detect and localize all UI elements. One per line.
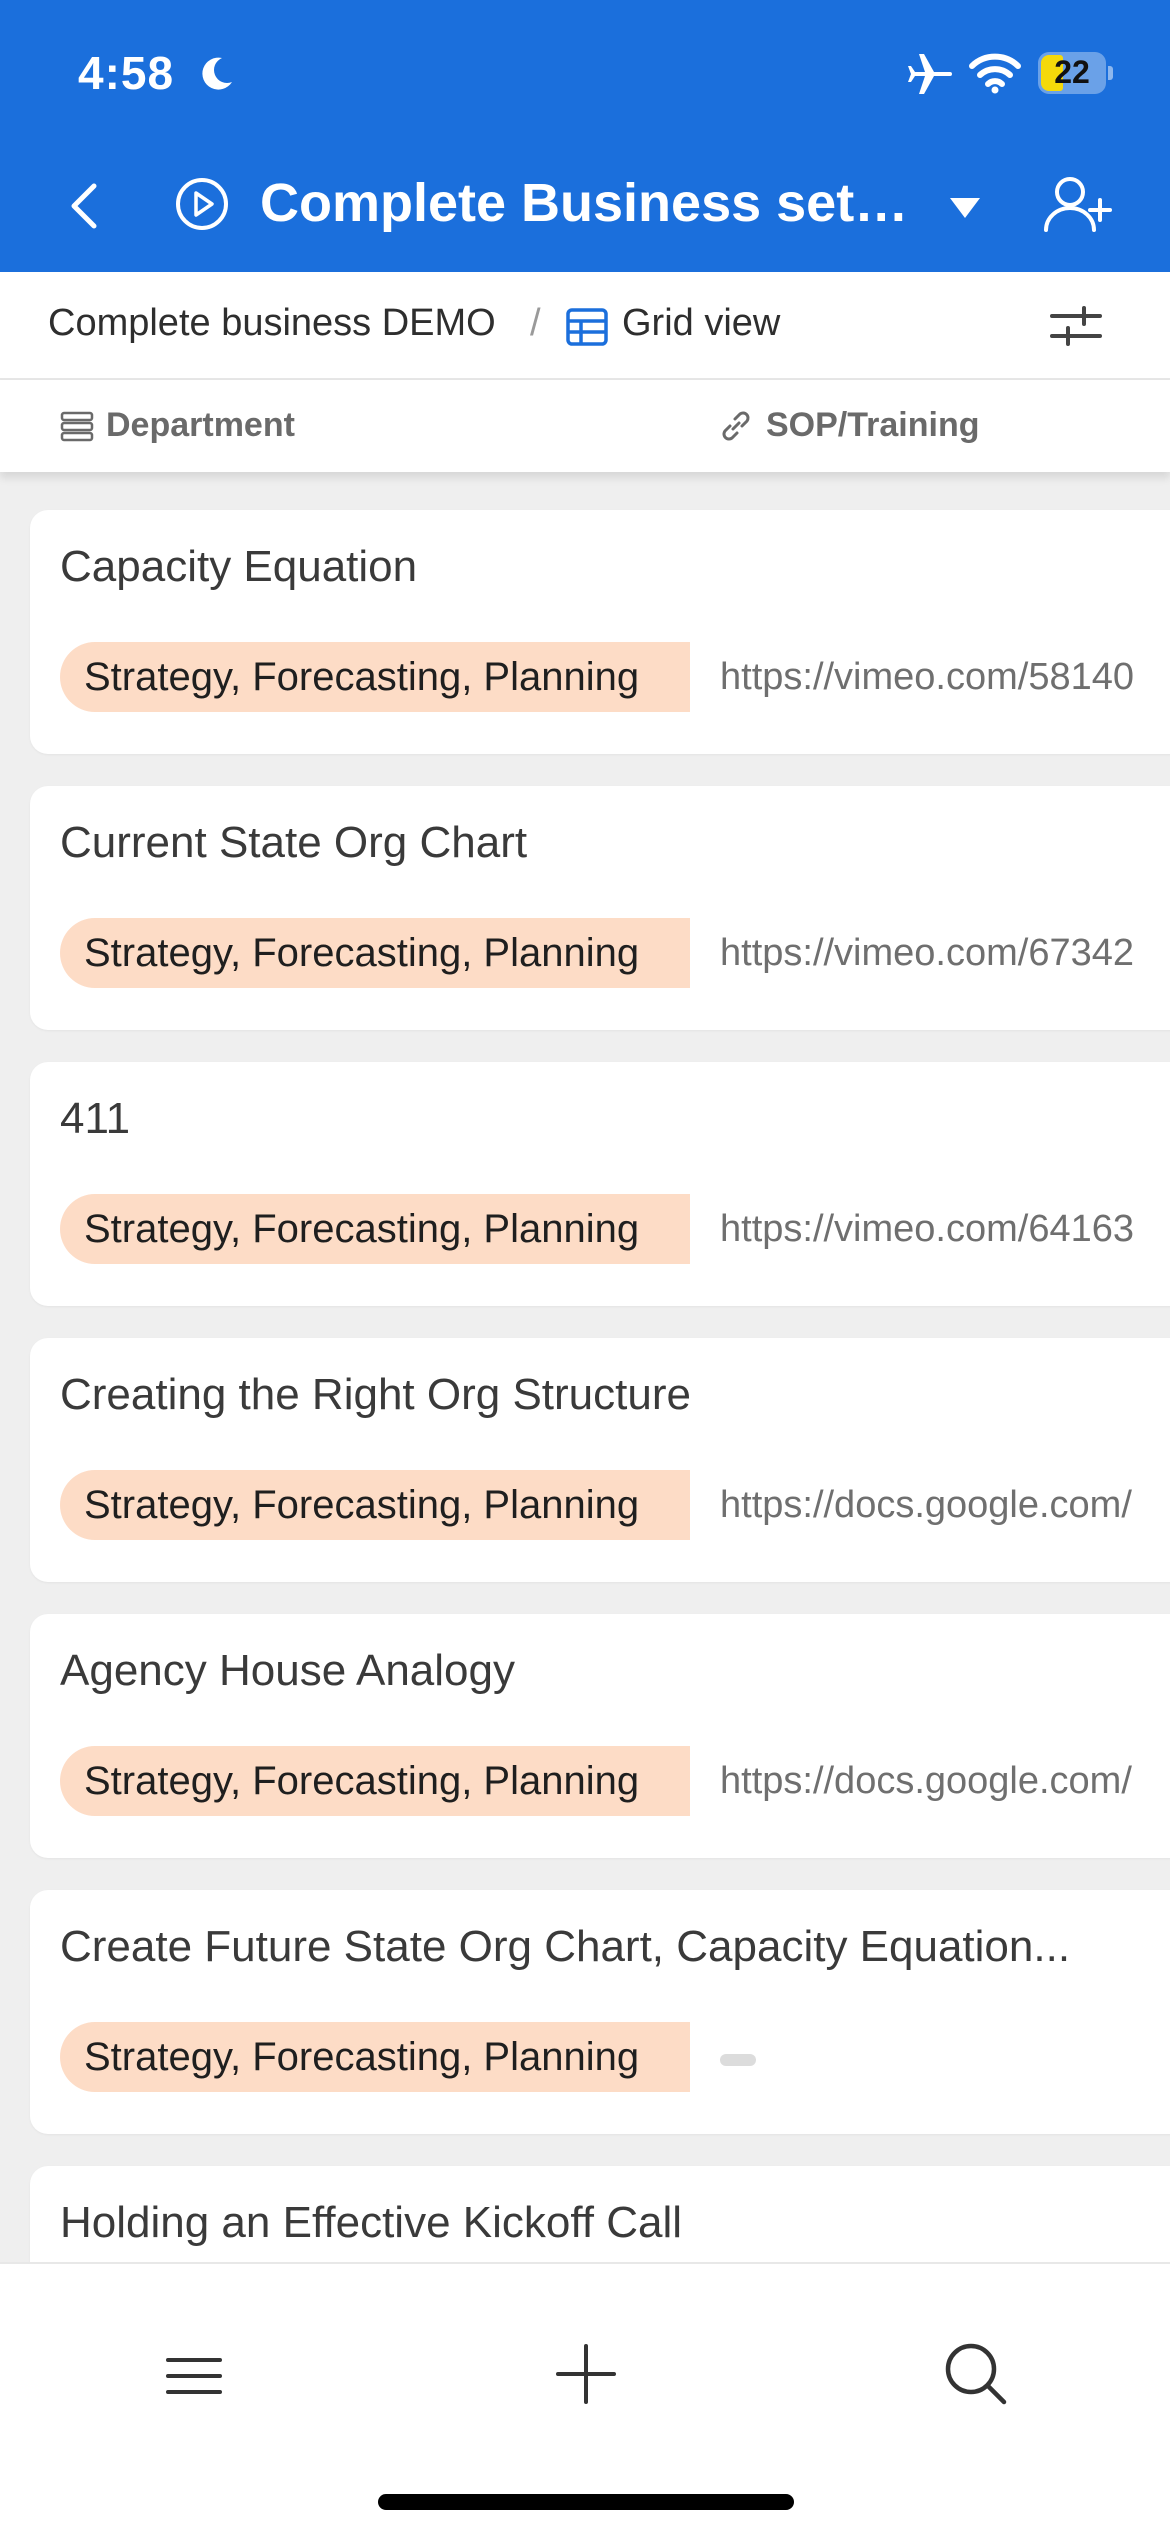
sliders-icon[interactable] — [1048, 300, 1104, 352]
record-title: 411 — [60, 1094, 131, 1143]
search-icon[interactable] — [942, 2340, 1010, 2408]
breadcrumb-separator: / — [530, 302, 541, 344]
record-card[interactable]: Create Future State Org Chart, Capacity … — [30, 1890, 1170, 2134]
battery-icon: 22 — [1038, 52, 1106, 94]
record-title: Current State Org Chart — [60, 818, 528, 867]
battery-percent: 22 — [1054, 54, 1090, 90]
moon-icon — [202, 57, 232, 90]
column-header: Department SOP/Training — [0, 380, 1170, 472]
breadcrumb: Complete business DEMO / Grid view — [0, 272, 1170, 380]
add-user-icon[interactable] — [1040, 170, 1116, 240]
department-tag: Strategy, Forecasting, Planning — [60, 1470, 690, 1540]
record-card[interactable]: Current State Org Chart Strategy, Foreca… — [30, 786, 1170, 1030]
column-sop-training[interactable]: SOP/Training — [766, 406, 979, 445]
home-indicator[interactable] — [378, 2494, 794, 2510]
column-department[interactable]: Department — [106, 406, 295, 445]
back-chevron-icon — [71, 183, 97, 229]
department-tag: Strategy, Forecasting, Planning — [60, 1746, 690, 1816]
sop-link[interactable]: https://docs.google.com/ — [720, 1760, 1160, 1803]
record-title: Holding an Effective Kickoff Call — [60, 2198, 683, 2247]
record-title: Agency House Analogy — [60, 1646, 515, 1695]
record-card[interactable]: Agency House Analogy Strategy, Forecasti… — [30, 1614, 1170, 1858]
record-title: Creating the Right Org Structure — [60, 1370, 691, 1419]
sop-link[interactable]: https://vimeo.com/58140 — [720, 656, 1160, 699]
plus-icon[interactable] — [554, 2342, 618, 2406]
page-title[interactable]: Complete Business setu... — [260, 172, 920, 234]
department-tag: Strategy, Forecasting, Planning — [60, 1194, 690, 1264]
status-time: 4:58 — [78, 47, 175, 99]
caret-down-icon[interactable] — [944, 190, 986, 226]
menu-icon[interactable] — [162, 2344, 226, 2408]
breadcrumb-view[interactable]: Grid view — [622, 302, 780, 345]
record-title: Create Future State Org Chart, Capacity … — [60, 1922, 1071, 1971]
back-button[interactable] — [56, 176, 116, 236]
multi-select-field-icon — [60, 411, 94, 442]
play-circle-icon[interactable] — [174, 176, 230, 232]
sop-link[interactable]: https://vimeo.com/67342 — [720, 932, 1160, 975]
wifi-icon — [969, 53, 1021, 94]
department-tag: Strategy, Forecasting, Planning — [60, 642, 690, 712]
sop-link[interactable]: https://vimeo.com/64163 — [720, 1208, 1160, 1251]
record-card[interactable]: Holding an Effective Kickoff Call — [30, 2166, 1170, 2262]
breadcrumb-base[interactable]: Complete business DEMO — [48, 302, 496, 345]
link-icon — [722, 411, 750, 441]
record-card[interactable]: Creating the Right Org Structure Strateg… — [30, 1338, 1170, 1582]
battery-cap — [1108, 66, 1113, 80]
bottom-toolbar — [0, 2262, 1170, 2532]
grid-table-icon — [566, 308, 608, 346]
record-card[interactable]: 411 Strategy, Forecasting, Planning http… — [30, 1062, 1170, 1306]
record-card[interactable]: Capacity Equation Strategy, Forecasting,… — [30, 510, 1170, 754]
record-title: Capacity Equation — [60, 542, 418, 591]
status-bar: 4:58 22 — [0, 0, 1170, 150]
sop-link[interactable]: https://docs.google.com/ — [720, 1484, 1160, 1527]
department-tag: Strategy, Forecasting, Planning — [60, 2022, 690, 2092]
app-header: 4:58 22 Complete Business setu... — [0, 0, 1170, 272]
record-list: Capacity Equation Strategy, Forecasting,… — [0, 472, 1170, 2262]
airplane-icon — [908, 54, 952, 94]
department-tag: Strategy, Forecasting, Planning — [60, 918, 690, 988]
empty-link-placeholder — [720, 2054, 756, 2066]
